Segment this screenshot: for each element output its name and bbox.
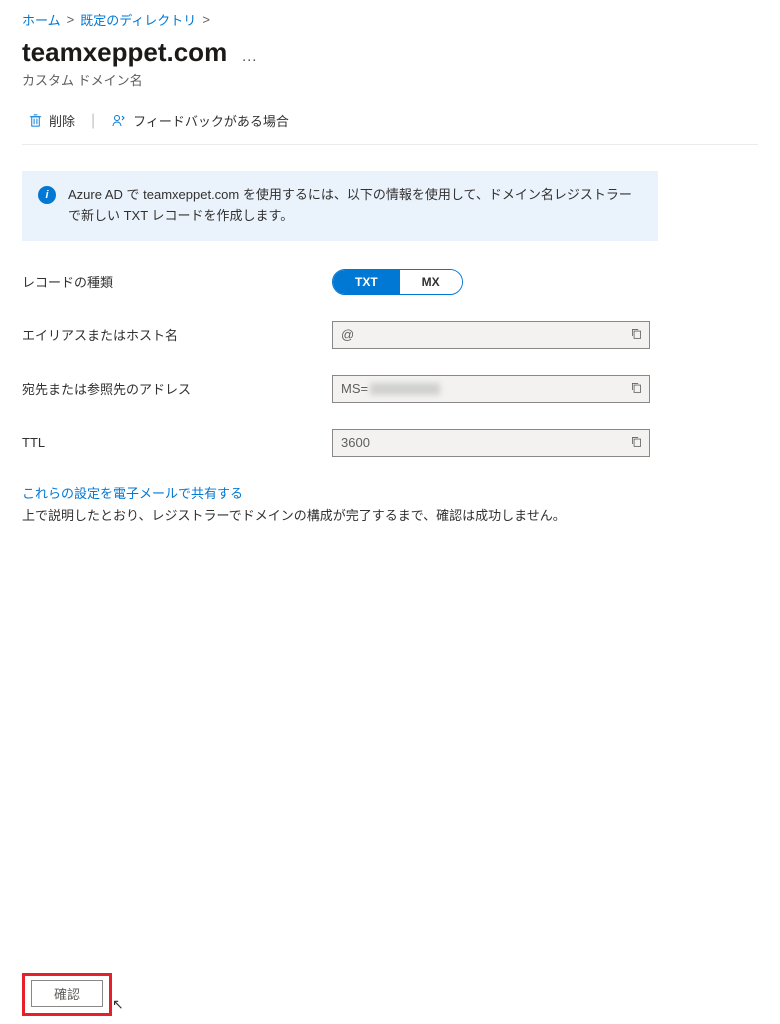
copy-icon[interactable]: [630, 435, 643, 451]
destination-value: MS=: [341, 381, 368, 396]
toolbar-separator: |: [91, 112, 95, 130]
alias-field[interactable]: @: [332, 321, 650, 349]
share-email-link[interactable]: これらの設定を電子メールで共有する: [22, 486, 243, 501]
record-type-toggle: TXT MX: [332, 269, 463, 295]
alias-value: @: [341, 327, 354, 342]
destination-label: 宛先または参照先のアドレス: [22, 379, 332, 398]
delete-button[interactable]: 削除: [22, 107, 81, 134]
info-banner: i Azure AD で teamxeppet.com を使用するには、以下の情…: [22, 171, 658, 241]
verify-button[interactable]: 確認: [31, 980, 103, 1007]
record-type-row: レコードの種類 TXT MX: [22, 269, 758, 295]
page-subtitle: カスタム ドメイン名: [22, 70, 758, 89]
footer: 確認 ↖: [22, 973, 112, 1016]
feedback-label: フィードバックがある場合: [133, 111, 289, 130]
highlight-box: 確認: [22, 973, 112, 1016]
page-title: teamxeppet.com: [22, 37, 227, 68]
feedback-button[interactable]: フィードバックがある場合: [105, 107, 295, 134]
cursor-icon: ↖: [112, 996, 124, 1013]
breadcrumb-directory[interactable]: 既定のディレクトリ: [80, 10, 196, 29]
trash-icon: [28, 113, 43, 128]
destination-field[interactable]: MS=: [332, 375, 650, 403]
alias-row: エイリアスまたはホスト名 @: [22, 321, 758, 349]
copy-icon[interactable]: [630, 381, 643, 397]
share-section: これらの設定を電子メールで共有する 上で説明したとおり、レジストラーでドメインの…: [22, 483, 758, 527]
info-text: Azure AD で teamxeppet.com を使用するには、以下の情報を…: [68, 185, 642, 227]
breadcrumb-home[interactable]: ホーム: [22, 10, 61, 29]
info-icon: i: [38, 186, 56, 204]
record-type-mx[interactable]: MX: [400, 270, 462, 294]
record-type-txt[interactable]: TXT: [333, 270, 400, 294]
ttl-row: TTL 3600: [22, 429, 758, 457]
breadcrumb: ホーム > 既定のディレクトリ >: [22, 10, 758, 29]
ttl-value: 3600: [341, 435, 370, 450]
share-help-text: 上で説明したとおり、レジストラーでドメインの構成が完了するまで、確認は成功しませ…: [22, 506, 758, 527]
chevron-right-icon: >: [67, 12, 75, 27]
more-actions-button[interactable]: …: [241, 48, 259, 66]
alias-label: エイリアスまたはホスト名: [22, 325, 332, 344]
toolbar: 削除 | フィードバックがある場合: [22, 107, 758, 145]
title-row: teamxeppet.com …: [22, 37, 758, 68]
ttl-label: TTL: [22, 435, 332, 450]
delete-label: 削除: [49, 111, 75, 130]
chevron-right-icon: >: [202, 12, 210, 27]
destination-row: 宛先または参照先のアドレス MS=: [22, 375, 758, 403]
redacted-value: [370, 383, 440, 395]
ttl-field[interactable]: 3600: [332, 429, 650, 457]
feedback-icon: [111, 113, 127, 129]
record-type-label: レコードの種類: [22, 272, 332, 291]
copy-icon[interactable]: [630, 327, 643, 343]
